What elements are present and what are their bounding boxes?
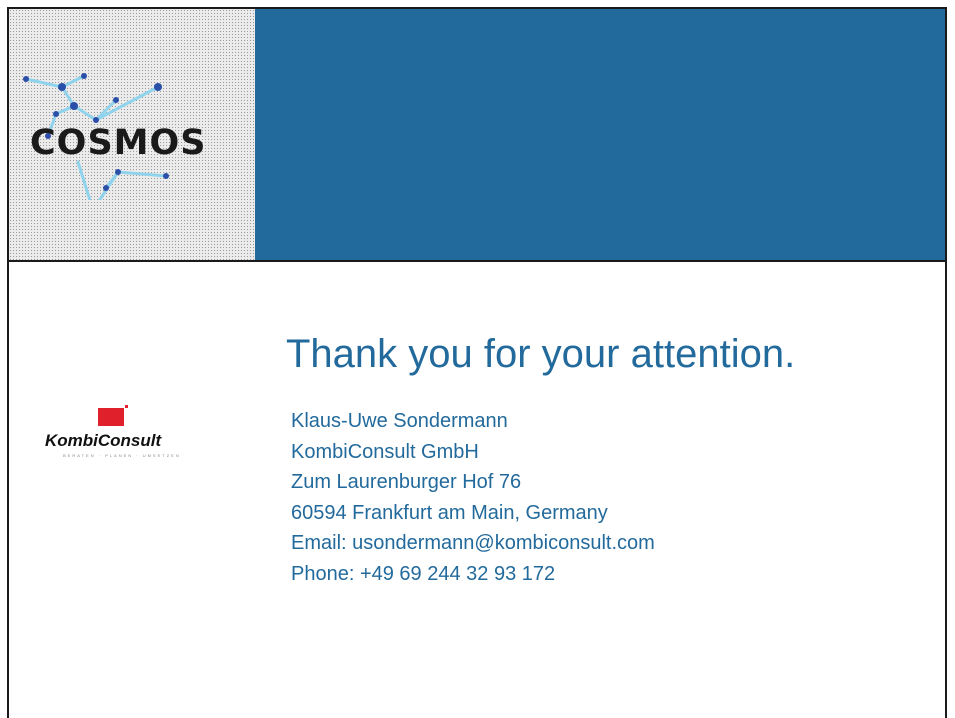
kombiconsult-logo-mark — [98, 408, 124, 426]
kombiconsult-logo-accent — [125, 405, 128, 408]
cosmos-logo-text: COSMOS — [30, 123, 207, 163]
contact-phone: Phone: +49 69 244 32 93 172 — [291, 562, 556, 585]
slide-title: Thank you for your attention. — [286, 332, 796, 376]
slide: COSMOS Thank you for your attention. Kom… — [0, 0, 955, 718]
kombiconsult-logo-tagline: BERATEN · PLANEN · UMSETZEN — [63, 453, 181, 458]
header-divider — [9, 260, 945, 262]
contact-email: Email: usondermann@kombiconsult.com — [291, 532, 655, 555]
kombiconsult-logo-name: KombiConsult — [45, 431, 162, 450]
contact-street: Zum Laurenburger Hof 76 — [291, 471, 522, 494]
contact-details: Klaus-Uwe Sondermann KombiConsult GmbH Z… — [291, 406, 655, 590]
header-band — [255, 9, 945, 261]
kombiconsult-logo: KombiConsult BERATEN · PLANEN · UMSETZEN — [45, 405, 205, 475]
contact-city: 60594 Frankfurt am Main, Germany — [291, 501, 608, 524]
contact-company: KombiConsult GmbH — [291, 440, 479, 463]
contact-name: Klaus-Uwe Sondermann — [291, 410, 508, 432]
